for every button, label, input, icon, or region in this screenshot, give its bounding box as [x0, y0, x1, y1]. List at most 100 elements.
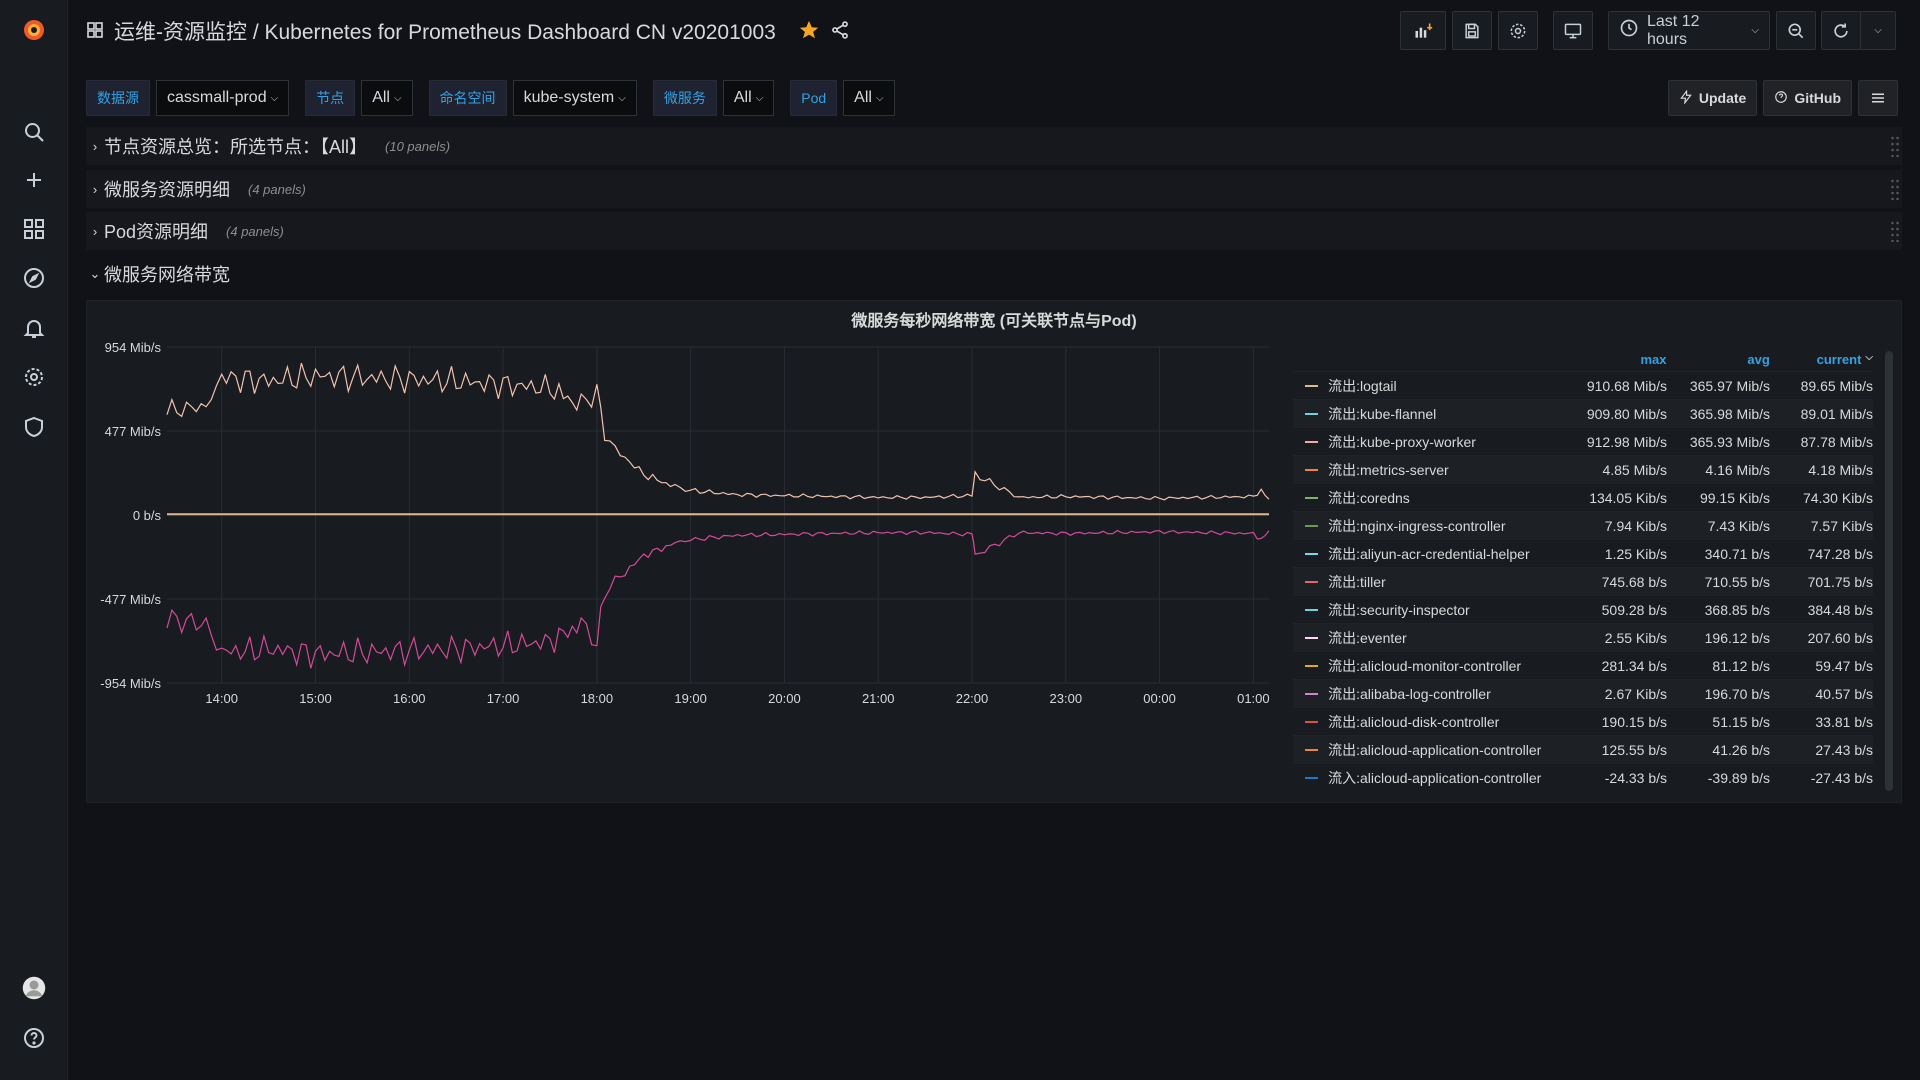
legend-current-value: 747.28 b/s	[1807, 545, 1873, 562]
legend-max-value: 4.85 Mib/s	[1602, 461, 1668, 478]
legend-row[interactable]: 流出:tiller 745.68 b/s 710.55 b/s 701.75 b/s	[1293, 567, 1873, 595]
legend-row[interactable]: 流出:alicloud-disk-controller 190.15 b/s 51.…	[1293, 707, 1873, 735]
legend-header-max[interactable]: max	[1563, 352, 1667, 367]
legend-max-value: 7.94 Kib/s	[1604, 517, 1668, 534]
bolt-icon	[1679, 88, 1693, 107]
legend-header-current[interactable]: current ⌵	[1770, 352, 1873, 367]
server-admin-shield-icon[interactable]	[0, 405, 68, 449]
legend-series-color[interactable]	[1305, 384, 1319, 387]
zoom-out-button[interactable]	[1776, 11, 1816, 50]
y-tick-label: 954 Mib/s	[105, 340, 162, 355]
drag-handle-icon[interactable]	[1890, 220, 1900, 243]
variable-select-node[interactable]: All ⌵	[361, 80, 413, 116]
legend-scrollbar[interactable]	[1885, 351, 1893, 791]
cycle-view-mode-button[interactable]	[1553, 11, 1593, 50]
legend-row[interactable]: 流出:alibaba-log-controller 2.67 Kib/s 196.7…	[1293, 679, 1873, 707]
legend-series-color[interactable]	[1305, 524, 1319, 527]
legend-series-color[interactable]	[1305, 552, 1319, 555]
legend-row[interactable]: 流出:nginx-ingress-controller 7.94 Kib/s 7.4…	[1293, 511, 1873, 539]
star-icon[interactable]	[798, 19, 820, 44]
legend-max-value: 509.28 b/s	[1601, 601, 1668, 618]
alerting-bell-icon[interactable]	[0, 306, 68, 350]
legend-row[interactable]: 流出:alicloud-monitor-controller 281.34 b/s…	[1293, 651, 1873, 679]
share-icon[interactable]	[830, 20, 850, 43]
refresh-button[interactable]	[1821, 11, 1861, 50]
legend-header-avg[interactable]: avg	[1667, 352, 1769, 367]
hamburger-menu-icon[interactable]	[1858, 80, 1898, 116]
legend-series-color[interactable]	[1305, 496, 1319, 499]
drag-handle-icon[interactable]	[1890, 135, 1900, 158]
legend-series-color[interactable]	[1305, 664, 1319, 667]
legend-max-value: 910.68 Mib/s	[1586, 377, 1668, 394]
variable-value: All	[733, 89, 752, 106]
chevron-down-icon: ⌵	[393, 92, 402, 104]
legend-row[interactable]: 流出:aliyun-acr-credential-helper 1.25 Kib/…	[1293, 539, 1873, 567]
legend-row[interactable]: 流入:alicloud-application-controller -24.33…	[1293, 763, 1873, 791]
plus-icon[interactable]	[0, 158, 68, 202]
dashboard-links: Update GitHub	[1667, 80, 1898, 116]
row-title: Pod资源明细	[104, 222, 209, 242]
time-range-picker[interactable]: Last 12 hours ⌵	[1608, 11, 1770, 50]
legend-row[interactable]: 流出:eventer 2.55 Kib/s 196.12 b/s 207.60 b/s	[1293, 623, 1873, 651]
dashboard-title[interactable]: 运维-资源监控 / Kubernetes for Prometheus Dash…	[114, 16, 776, 46]
y-tick-label: -954 Mib/s	[100, 676, 161, 691]
add-panel-button[interactable]	[1400, 11, 1446, 50]
legend-row[interactable]: 流出:kube-proxy-worker 912.98 Mib/s 365.93 M…	[1293, 427, 1873, 455]
legend-current-value: -27.43 b/s	[1810, 769, 1873, 786]
legend-row[interactable]: 流出:alicloud-application-controller 125.55…	[1293, 735, 1873, 763]
x-tick-label: 18:00	[581, 691, 614, 706]
row-node-overview[interactable]: › 节点资源总览：所选节点：【All】 (10 panels)	[86, 127, 1902, 165]
side-menu	[0, 0, 68, 1080]
row-panel-count: (4 panels)	[248, 181, 306, 197]
legend-series-color[interactable]	[1305, 692, 1319, 695]
github-link-button[interactable]: GitHub	[1763, 80, 1852, 116]
panel-title[interactable]: 微服务每秒网络带宽 (可关联节点与Pod)	[87, 307, 1901, 331]
configuration-gear-icon[interactable]	[0, 355, 68, 399]
legend-series-color[interactable]	[1305, 748, 1319, 751]
variable-select-pod[interactable]: All ⌵	[843, 80, 895, 116]
legend-series-color[interactable]	[1305, 440, 1319, 443]
legend-row[interactable]: 流出:kube-flannel 909.80 Mib/s 365.98 Mib/s 8…	[1293, 399, 1873, 427]
row-microservice-network[interactable]: ⌄ 微服务网络带宽	[86, 255, 1902, 293]
variable-select-namespace[interactable]: kube-system ⌵	[512, 80, 637, 116]
legend-avg-value: 340.71 b/s	[1704, 545, 1771, 562]
legend-series-color[interactable]	[1305, 776, 1319, 779]
explore-compass-icon[interactable]	[0, 256, 68, 300]
row-pod-resources[interactable]: › Pod资源明细 (4 panels)	[86, 212, 1902, 250]
update-link-button[interactable]: Update	[1667, 80, 1758, 116]
legend-series-color[interactable]	[1305, 580, 1319, 583]
legend-series-color[interactable]	[1305, 468, 1319, 471]
legend-row[interactable]: 流出:coredns 134.05 Kib/s 99.15 Kib/s 74.30 K…	[1293, 483, 1873, 511]
drag-handle-icon[interactable]	[1890, 178, 1900, 201]
legend-series-name: 流出:alibaba-log-controller	[1328, 685, 1491, 702]
legend-current-value: 7.57 Kib/s	[1810, 517, 1873, 534]
save-dashboard-button[interactable]	[1452, 11, 1492, 50]
legend-row[interactable]: 流出:security-inspector 509.28 b/s 368.85 b/…	[1293, 595, 1873, 623]
chevron-down-icon: ⌵	[1751, 25, 1759, 36]
time-range-label: Last 12 hours	[1647, 12, 1700, 48]
dashboard-settings-button[interactable]	[1498, 11, 1538, 50]
variable-select-datasource[interactable]: cassmall-prod ⌵	[156, 80, 290, 116]
legend-row[interactable]: 流出:metrics-server 4.85 Mib/s 4.16 Mib/s 4.1…	[1293, 455, 1873, 483]
variable-select-microservice[interactable]: All ⌵	[722, 80, 775, 116]
legend-series-name: 流出:alicloud-application-controller	[1328, 741, 1542, 758]
grafana-logo-icon[interactable]	[0, 8, 68, 52]
legend-series-color[interactable]	[1305, 608, 1319, 611]
user-avatar[interactable]	[0, 966, 68, 1010]
legend-series-color[interactable]	[1305, 412, 1319, 415]
legend-max-value: 2.67 Kib/s	[1604, 685, 1668, 702]
help-icon[interactable]	[0, 1016, 68, 1060]
legend-series-color[interactable]	[1305, 636, 1319, 639]
search-icon[interactable]	[0, 110, 68, 154]
dashboards-icon[interactable]	[0, 207, 68, 251]
update-link-label: Update	[1698, 90, 1747, 106]
legend-max-value: 909.80 Mib/s	[1586, 405, 1668, 422]
chevron-right-icon: ›	[92, 138, 98, 154]
legend-current-value: 33.81 b/s	[1815, 713, 1873, 730]
refresh-interval-dropdown[interactable]: ⌵	[1860, 11, 1896, 50]
legend-row[interactable]: 流出:logtail 910.68 Mib/s 365.97 Mib/s 89.65 …	[1293, 371, 1873, 399]
bandwidth-line-chart[interactable]: 954 Mib/s 477 Mib/s 0 b/s -477 Mib/s -954 Mi…	[87, 331, 1287, 799]
legend-series-color[interactable]	[1305, 720, 1319, 723]
row-microservice-resources[interactable]: › 微服务资源明细 (4 panels)	[86, 170, 1902, 208]
legend-max-value: 745.68 b/s	[1601, 573, 1668, 590]
